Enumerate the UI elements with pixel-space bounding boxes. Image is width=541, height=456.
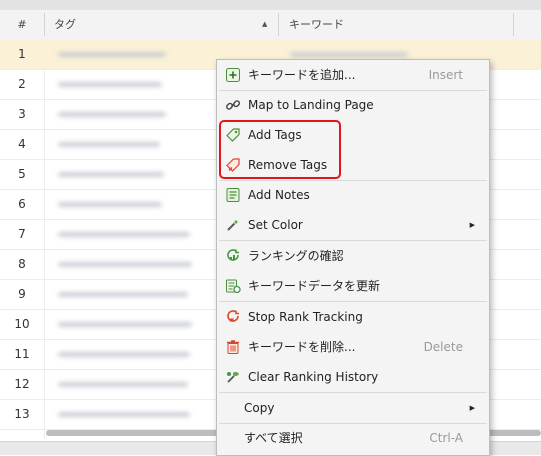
table-header: # タグ ▲ キーワード (0, 10, 541, 40)
tags-highlight-box (219, 120, 341, 179)
row-number: 10 (14, 317, 30, 331)
menu-item-map-landing-page[interactable]: Map to Landing Page (217, 90, 489, 120)
menu-item-stop-rank-tracking[interactable]: Stop Rank Tracking (217, 302, 489, 332)
row-number: 13 (14, 407, 30, 421)
stop-tracking-icon (225, 309, 241, 325)
menu-item-label: キーワードを追加... (248, 68, 356, 82)
blurred-tag-cell (58, 412, 190, 417)
row-number: 2 (18, 77, 26, 91)
menu-item-label: Add Notes (248, 188, 310, 202)
menu-item-set-color[interactable]: Set Color ▶ (217, 210, 489, 240)
column-divider[interactable] (44, 13, 45, 36)
menu-item-label: Map to Landing Page (248, 98, 374, 112)
menu-item-copy[interactable]: Copy ▶ (217, 393, 489, 423)
row-number: 12 (14, 377, 30, 391)
column-header-keyword[interactable]: キーワード (289, 10, 344, 39)
blurred-tag-cell (58, 112, 166, 117)
sort-ascending-icon[interactable]: ▲ (262, 10, 267, 39)
row-number: 5 (18, 167, 26, 181)
blurred-tag-cell (58, 172, 164, 177)
blurred-tag-cell (58, 82, 162, 87)
menu-item-check-ranking[interactable]: ランキングの確認 (217, 241, 489, 271)
row-number: 4 (18, 137, 26, 151)
column-divider[interactable] (278, 13, 279, 36)
menu-item-delete-keyword[interactable]: キーワードを削除... Delete (217, 332, 489, 362)
row-number: 11 (14, 347, 30, 361)
column-header-index[interactable]: # (0, 10, 44, 39)
blurred-tag-cell (58, 292, 188, 297)
blurred-tag-cell (58, 352, 190, 357)
menu-item-clear-ranking-history[interactable]: Clear Ranking History (217, 362, 489, 392)
row-number: 7 (18, 227, 26, 241)
submenu-arrow-icon: ▶ (469, 221, 475, 229)
menu-item-label: Set Color (248, 218, 303, 232)
menu-item-shortcut: Insert (428, 68, 463, 82)
context-menu: キーワードを追加... Insert Map to Landing Page A… (216, 59, 490, 456)
check-ranking-icon (225, 248, 241, 264)
row-number: 9 (18, 287, 26, 301)
clear-history-icon (225, 369, 241, 385)
row-number: 6 (18, 197, 26, 211)
menu-item-update-keyword-data[interactable]: キーワードデータを更新 (217, 271, 489, 301)
add-keyword-icon (225, 67, 241, 83)
blurred-tag-cell (58, 202, 162, 207)
submenu-arrow-icon: ▶ (469, 404, 475, 412)
menu-item-label: Copy (244, 401, 275, 415)
menu-item-label: キーワードを削除... (248, 340, 356, 354)
row-number: 8 (18, 257, 26, 271)
column-divider[interactable] (513, 13, 514, 36)
menu-item-label: キーワードデータを更新 (248, 279, 381, 293)
blurred-keyword-cell (290, 52, 408, 57)
menu-item-label: Clear Ranking History (248, 370, 379, 384)
blurred-tag-cell (58, 322, 192, 327)
update-data-icon (225, 278, 241, 294)
menu-item-label: ランキングの確認 (248, 249, 344, 263)
menu-item-label: すべて選択 (244, 431, 303, 445)
trash-icon (225, 339, 241, 355)
blurred-tag-cell (58, 52, 166, 57)
blurred-tag-cell (58, 262, 192, 267)
link-icon (225, 97, 241, 113)
menu-item-shortcut: Delete (423, 340, 463, 354)
blurred-tag-cell (58, 382, 188, 387)
color-picker-icon (225, 217, 241, 233)
menu-item-add-notes[interactable]: Add Notes (217, 180, 489, 210)
row-number: 3 (18, 107, 26, 121)
column-header-tag[interactable]: タグ (54, 10, 76, 39)
menu-item-shortcut: Ctrl-A (429, 431, 463, 445)
menu-item-select-all[interactable]: すべて選択 Ctrl-A (217, 423, 489, 453)
menu-item-label: Stop Rank Tracking (248, 310, 363, 324)
notes-icon (225, 187, 241, 203)
row-number: 1 (18, 47, 26, 61)
blurred-tag-cell (58, 142, 160, 147)
blurred-tag-cell (58, 232, 190, 237)
menu-item-add-keyword[interactable]: キーワードを追加... Insert (217, 60, 489, 90)
